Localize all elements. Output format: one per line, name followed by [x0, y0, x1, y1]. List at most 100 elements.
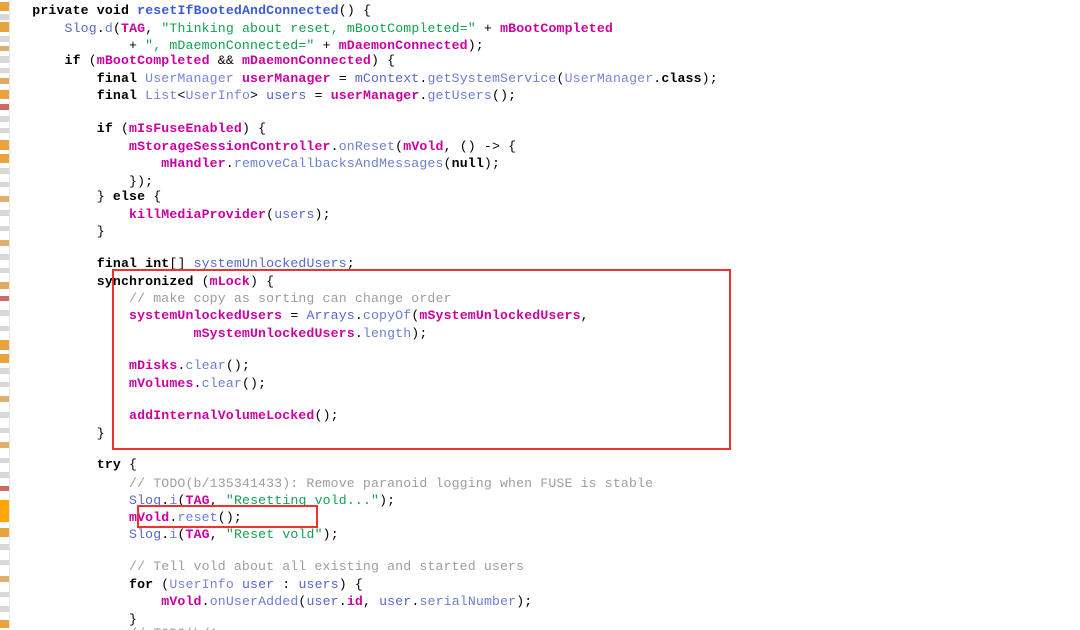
code-line[interactable]: }: [0, 425, 1072, 443]
gutter-change-mark[interactable]: [0, 2, 9, 11]
code-line[interactable]: }: [0, 223, 1072, 241]
gutter-change-mark[interactable]: [0, 116, 9, 122]
code-line[interactable]: // Tell vold about all existing and star…: [0, 558, 1072, 576]
code-token-kw: null: [451, 156, 484, 172]
code-line[interactable]: mVold.onUserAdded(user.id, user.serialNu…: [0, 593, 1072, 611]
code-token-field: systemUnlockedUsers: [129, 308, 283, 323]
code-token-method: onReset: [338, 138, 396, 154]
code-line[interactable]: Slog.i(TAG, "Reset vold");: [0, 526, 1072, 544]
gutter-change-mark[interactable]: [0, 458, 9, 463]
gutter-change-mark[interactable]: [0, 128, 9, 133]
code-token-punc: +: [314, 38, 339, 54]
gutter-change-mark[interactable]: [0, 560, 9, 565]
code-line[interactable]: mDisks.clear();: [0, 357, 1072, 375]
code-line[interactable]: mHandler.removeCallbacksAndMessages(null…: [0, 155, 1072, 173]
gutter-change-mark[interactable]: [0, 544, 9, 550]
gutter-change-mark[interactable]: [0, 196, 9, 202]
gutter-change-mark[interactable]: [0, 282, 9, 289]
gutter-change-mark[interactable]: [0, 56, 9, 63]
code-line[interactable]: mSystemUnlockedUsers.length);: [0, 325, 1072, 343]
gutter-change-mark[interactable]: [0, 22, 9, 32]
gutter-change-mark[interactable]: [0, 140, 9, 150]
code-line[interactable]: // TODO(b/135341433): Remove paranoid lo…: [0, 475, 1072, 493]
gutter-change-mark[interactable]: [0, 226, 9, 231]
gutter-change-mark[interactable]: [0, 576, 9, 582]
code-line[interactable]: synchronized (mLock) {: [0, 273, 1072, 291]
gutter-change-mark[interactable]: [0, 268, 9, 273]
gutter-change-mark[interactable]: [0, 182, 9, 187]
code-line[interactable]: Slog.i(TAG, "Resetting vold...");: [0, 492, 1072, 510]
gutter-change-mark[interactable]: [0, 36, 9, 42]
code-line[interactable]: if (mBootCompleted && mDaemonConnected) …: [0, 52, 1072, 70]
code-token-field: mDaemonConnected: [241, 53, 371, 68]
gutter-change-mark[interactable]: [0, 606, 9, 612]
code-line[interactable]: Slog.d(TAG, "Thinking about reset, mBoot…: [0, 20, 1072, 38]
gutter-change-mark[interactable]: [0, 154, 9, 163]
gutter-change-mark[interactable]: [0, 310, 9, 316]
gutter-change-mark[interactable]: [0, 382, 9, 387]
gutter-change-mark[interactable]: [0, 340, 9, 350]
gutter-change-mark[interactable]: [0, 428, 9, 433]
code-token-punc: .: [354, 308, 363, 323]
gutter-change-mark[interactable]: [0, 412, 9, 418]
code-token-punc: ,: [362, 594, 380, 610]
code-token-punc: <: [177, 88, 186, 104]
code-token-method: getSystemService: [427, 70, 557, 86]
gutter-change-mark[interactable]: [0, 354, 9, 363]
code-token-field: TAG: [185, 492, 210, 508]
code-token-punc: (: [556, 70, 565, 86]
code-line[interactable]: mVold.reset();: [0, 509, 1072, 527]
code-line[interactable]: addInternalVolumeLocked();: [0, 407, 1072, 425]
gutter-change-mark[interactable]: [0, 240, 9, 246]
code-line[interactable]: final List<UserInfo> users = userManager…: [0, 87, 1072, 105]
diff-gutter[interactable]: [0, 0, 10, 630]
code-line[interactable]: mStorageSessionController.onReset(mVold,…: [0, 138, 1072, 156]
gutter-change-mark[interactable]: [0, 104, 9, 110]
gutter-change-mark[interactable]: [0, 326, 9, 331]
code-line[interactable]: if (mIsFuseEnabled) {: [0, 120, 1072, 138]
gutter-change-mark[interactable]: [0, 528, 9, 537]
gutter-change-mark[interactable]: [0, 592, 9, 597]
code-token-kw: private: [32, 3, 89, 18]
code-line[interactable]: for (UserInfo user : users) {: [0, 576, 1072, 594]
gutter-change-mark[interactable]: [0, 78, 9, 84]
gutter-change-mark[interactable]: [0, 396, 9, 402]
code-line[interactable]: } else {: [0, 188, 1072, 206]
gutter-change-mark[interactable]: [0, 68, 9, 73]
code-token-punc: ();: [492, 88, 517, 104]
code-token-var: user: [379, 594, 412, 610]
code-content[interactable]: private void resetIfBootedAndConnected()…: [0, 0, 1080, 630]
gutter-change-mark[interactable]: [0, 14, 9, 20]
code-line[interactable]: final UserManager userManager = mContext…: [0, 70, 1072, 88]
gutter-change-mark[interactable]: [0, 296, 9, 301]
code-line[interactable]: private void resetIfBootedAndConnected()…: [0, 2, 1072, 20]
gutter-change-mark[interactable]: [0, 442, 9, 448]
gutter-change-mark[interactable]: [0, 168, 9, 174]
gutter-change-mark[interactable]: [0, 620, 9, 628]
code-line[interactable]: systemUnlockedUsers = Arrays.copyOf(mSys…: [0, 307, 1072, 325]
code-line[interactable]: final int[] systemUnlockedUsers;: [0, 255, 1072, 273]
code-line[interactable]: try {: [0, 456, 1072, 474]
code-token-var: user: [306, 594, 339, 610]
gutter-change-mark[interactable]: [0, 46, 9, 51]
gutter-change-mark[interactable]: [0, 254, 9, 260]
gutter-change-mark[interactable]: [0, 500, 9, 522]
code-token-punc: ();: [241, 375, 267, 391]
gutter-change-mark[interactable]: [0, 472, 9, 478]
code-token-punc: ) {: [338, 576, 363, 592]
code-line[interactable]: mVolumes.clear();: [0, 375, 1072, 393]
gutter-change-mark[interactable]: [0, 486, 9, 491]
code-line[interactable]: killMediaProvider(users);: [0, 206, 1072, 224]
gutter-change-mark[interactable]: [0, 210, 9, 216]
gutter-change-mark[interactable]: [0, 90, 9, 99]
code-line[interactable]: // make copy as sorting can change order: [0, 290, 1072, 308]
gutter-change-mark[interactable]: [0, 368, 9, 374]
code-line[interactable]: // TODO(b/1: [0, 625, 1072, 630]
